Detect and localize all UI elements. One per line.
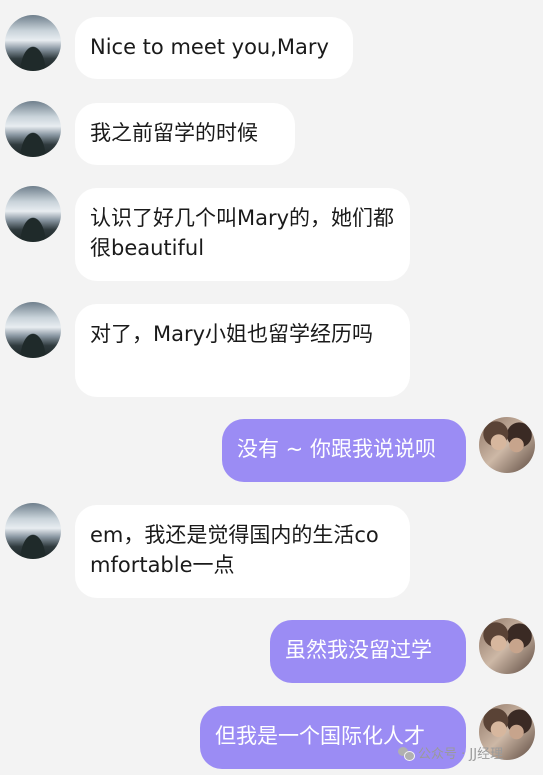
message-text: 我之前留学的时候 [90, 121, 258, 145]
contact-avatar[interactable] [5, 101, 61, 157]
message-text: Nice to meet you,Mary [90, 35, 329, 59]
contact-avatar[interactable] [5, 15, 61, 71]
message-bubble-incoming: 认识了好几个叫Mary的，她们都很beautiful [75, 188, 410, 281]
message-text: em，我还是觉得国内的生活comfortable一点 [90, 523, 379, 577]
message-text: 没有 ~ 你跟我说说呗 [237, 437, 436, 461]
message-bubble-incoming: 对了，Mary小姐也留学经历吗 [75, 304, 410, 397]
message-bubble-incoming: Nice to meet you,Mary [75, 17, 353, 79]
message-text: 但我是一个国际化人才 [215, 724, 425, 748]
user-avatar[interactable] [479, 417, 535, 473]
message-text: 对了，Mary小姐也留学经历吗 [90, 322, 374, 346]
message-bubble-outgoing: 没有 ~ 你跟我说说呗 [222, 419, 466, 482]
watermark-text: 公众号 · JJ经理 [418, 747, 504, 762]
message-text: 虽然我没留过学 [285, 638, 432, 662]
message-text: 认识了好几个叫Mary的，她们都很beautiful [90, 206, 395, 260]
message-bubble-outgoing: 虽然我没留过学 [270, 620, 466, 683]
user-avatar[interactable] [479, 618, 535, 674]
message-bubble-incoming: 我之前留学的时候 [75, 103, 295, 165]
message-bubble-incoming: em，我还是觉得国内的生活comfortable一点 [75, 505, 410, 598]
contact-avatar[interactable] [5, 302, 61, 358]
contact-avatar[interactable] [5, 503, 61, 559]
wechat-icon [398, 746, 415, 761]
watermark: 公众号 · JJ经理 [398, 743, 503, 762]
contact-avatar[interactable] [5, 186, 61, 242]
